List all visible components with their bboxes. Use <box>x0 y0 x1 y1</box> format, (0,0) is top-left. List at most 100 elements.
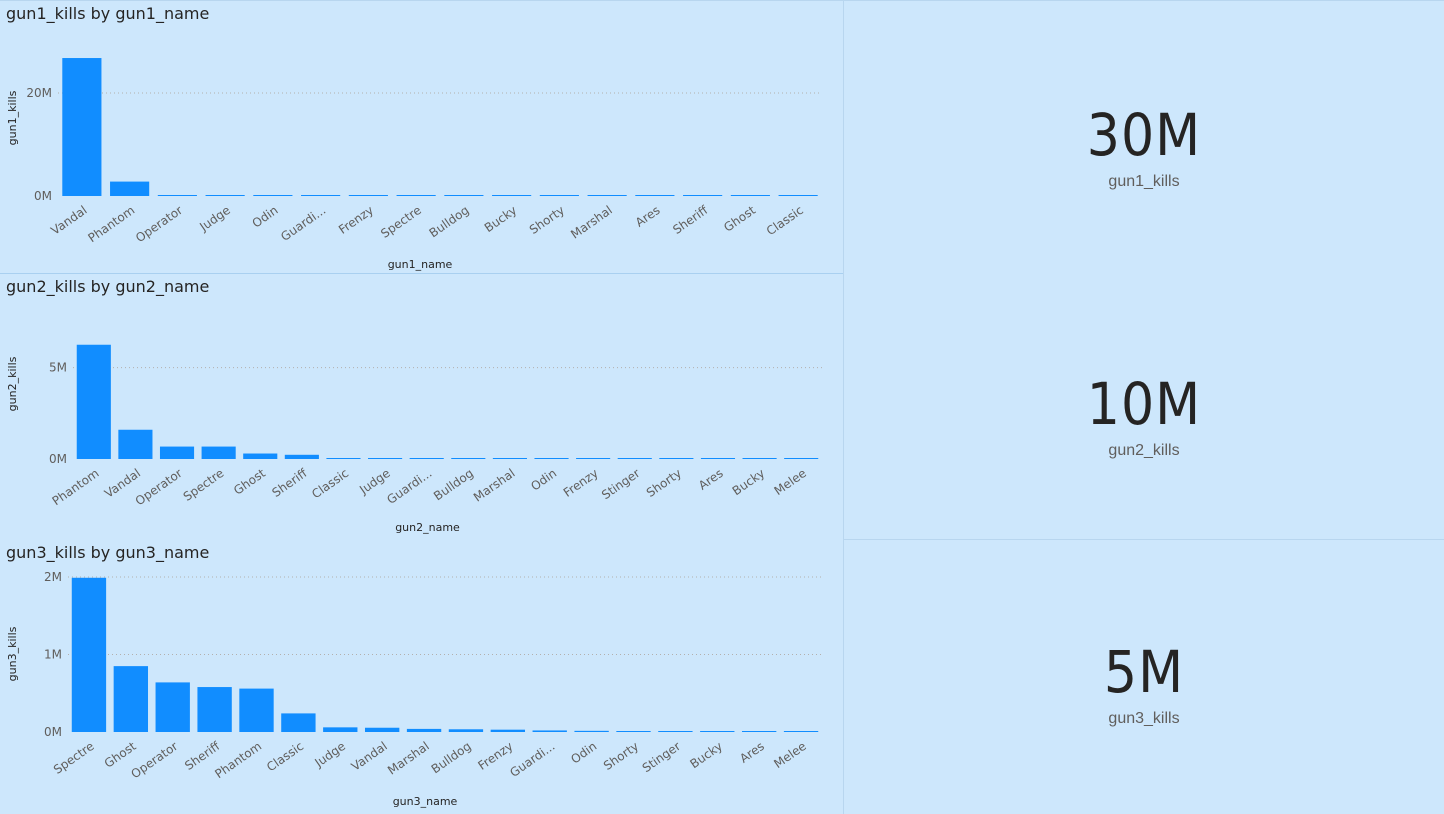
x-tick-label: Melee <box>771 739 808 771</box>
bar <box>281 713 316 732</box>
x-tick-label: Ares <box>696 466 726 493</box>
bar <box>284 454 319 459</box>
x-tick-label: Classic <box>264 739 306 774</box>
bar <box>364 727 400 732</box>
chart-panel-gun1[interactable]: gun1_kills by gun1_name 0M 20M Vandal Phant… <box>0 0 843 274</box>
x-tick-label: Shorty <box>644 466 684 500</box>
bar <box>683 195 723 196</box>
card-label: gun2_kills <box>1108 442 1180 459</box>
bar-chart-gun3[interactable]: 0M1M2MSpectre GhostOperator SheriffPhantom… <box>0 540 843 814</box>
bar <box>742 458 777 459</box>
y-tick-label: 20M <box>26 86 52 100</box>
bar <box>444 195 484 196</box>
chart-panel-gun2[interactable]: gun2_kills by gun2_name 0M 5M Phantom Vanda… <box>0 274 843 540</box>
bar <box>451 458 486 459</box>
y-tick-label: 1M <box>44 648 62 662</box>
bar <box>635 195 675 196</box>
bar <box>587 195 627 196</box>
x-tick-label: Phantom <box>50 466 102 508</box>
x-tick-label: Guardi... <box>384 466 434 507</box>
x-tick-label: Operator <box>133 203 185 245</box>
bar <box>201 446 236 459</box>
x-tick-label: Guardi... <box>507 739 557 780</box>
x-tick-label: Bucky <box>687 739 725 771</box>
bar <box>490 729 526 732</box>
card-gun3-kills[interactable]: 5M gun3_kills <box>843 540 1444 814</box>
card-label: gun3_kills <box>1108 710 1180 727</box>
bar <box>323 727 358 732</box>
bar <box>301 195 341 196</box>
bar <box>741 731 777 732</box>
x-tick-label: Bulldog <box>431 466 476 503</box>
x-tick-label: Odin <box>528 466 559 494</box>
bar <box>659 458 694 459</box>
bar <box>730 195 770 196</box>
x-tick-label: Spectre <box>181 466 227 504</box>
x-tick-label: Vandal <box>349 739 390 774</box>
bar-chart-gun2[interactable]: 0M5MPhantom VandalOperatorSpectre Ghost She… <box>0 274 843 540</box>
x-tick-label: Stinger <box>599 466 642 502</box>
x-tick-label: Bulldog <box>429 739 474 776</box>
x-axis-title: gun2_name <box>395 521 460 534</box>
x-tick-label: Ghost <box>721 203 758 235</box>
x-tick-label: Bucky <box>730 466 768 498</box>
x-tick-label: Spectre <box>51 739 97 777</box>
x-tick-label: Shorty <box>527 203 567 237</box>
y-axis-title: gun1_kills <box>6 90 19 145</box>
bar <box>159 446 195 459</box>
x-tick-label: Operator <box>133 466 185 508</box>
bar <box>576 458 611 459</box>
x-tick-label: Vandal <box>48 203 89 238</box>
bar <box>71 577 107 732</box>
bar <box>205 195 245 196</box>
x-tick-label: Ares <box>737 739 767 766</box>
y-tick-label: 5M <box>49 361 67 375</box>
card-gun1-kills[interactable]: 30M gun1_kills <box>843 0 1444 270</box>
card-label: gun1_kills <box>1108 173 1180 190</box>
bar <box>239 688 274 732</box>
bar <box>348 195 388 196</box>
x-tick-label: Frenzy <box>561 466 601 500</box>
bar <box>243 453 278 459</box>
x-tick-label: Judge <box>311 739 348 770</box>
card-value: 5M <box>1103 638 1185 706</box>
bar <box>113 666 149 732</box>
x-tick-label: Ghost <box>231 466 268 498</box>
bar <box>700 731 735 732</box>
x-tick-label: Sheriff <box>670 203 711 237</box>
y-tick-label: 0M <box>49 452 67 466</box>
bar <box>409 458 444 459</box>
x-tick-label: Ares <box>633 203 663 230</box>
bar <box>197 687 232 732</box>
x-tick-label: Marshal <box>385 739 432 778</box>
bar <box>118 429 153 459</box>
y-axis-title: gun2_kills <box>6 356 19 411</box>
bar <box>658 731 693 732</box>
bar <box>368 458 403 459</box>
x-tick-label: Phantom <box>85 203 137 245</box>
x-tick-label: Classic <box>764 203 806 238</box>
bar <box>110 181 150 196</box>
x-tick-label: Marshal <box>471 466 518 505</box>
y-tick-label: 2M <box>44 570 62 584</box>
bar-chart-gun1[interactable]: 0M 20M VandalPhantomOperator Judge OdinGuard… <box>0 1 843 275</box>
bar <box>155 682 190 732</box>
x-tick-label: Marshal <box>568 203 615 242</box>
chart-panel-gun3[interactable]: gun3_kills by gun3_name 0M 1M 2M Spectre Gho… <box>0 540 843 814</box>
bar <box>492 195 532 196</box>
x-tick-label: Spectre <box>378 203 424 241</box>
x-tick-label: Bulldog <box>427 203 472 240</box>
x-axis-title: gun1_name <box>388 258 453 271</box>
bar <box>253 195 293 196</box>
bar <box>492 458 527 459</box>
x-tick-label: Sheriff <box>269 466 310 500</box>
x-tick-label: Classic <box>309 466 351 501</box>
bar <box>326 458 361 459</box>
card-value: 10M <box>1086 370 1202 438</box>
bar <box>574 730 609 732</box>
x-tick-label: Judge <box>196 203 233 234</box>
bar <box>62 58 102 196</box>
bar <box>396 195 436 196</box>
bar <box>448 729 484 732</box>
card-gun2-kills[interactable]: 10M gun2_kills <box>843 270 1444 540</box>
